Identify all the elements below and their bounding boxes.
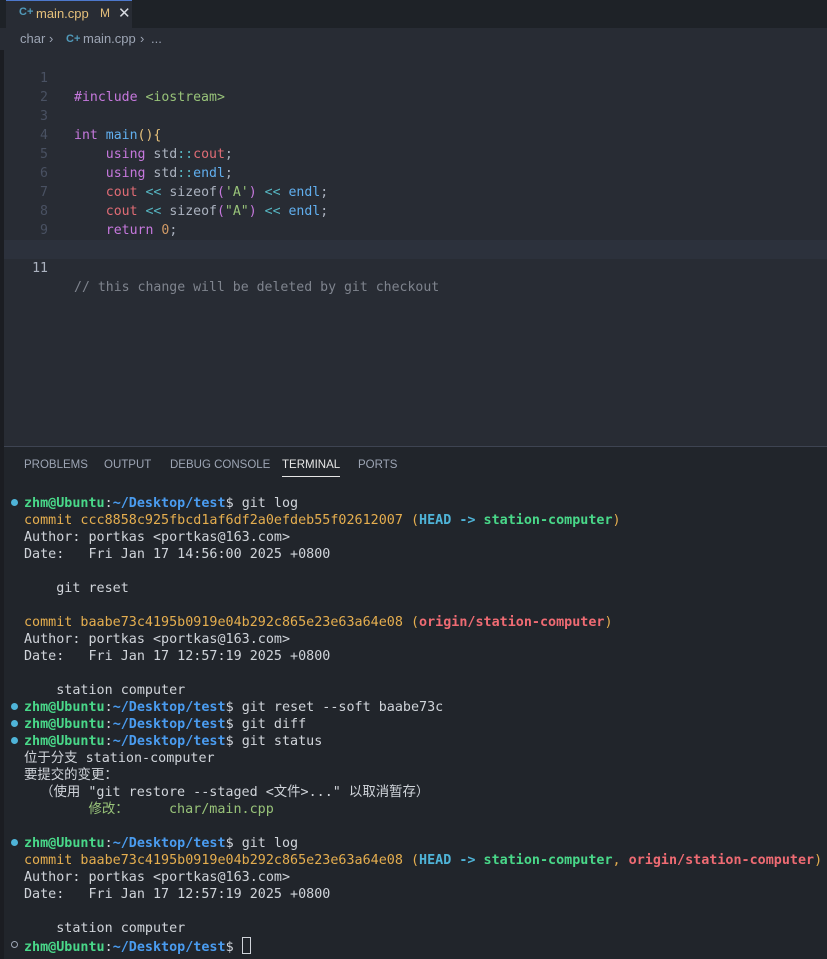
- code-line: 5 using std::endl;: [4, 126, 827, 181]
- terminal-line: commit baabe73c4195b0919e04b292c865e23e6…: [24, 615, 613, 630]
- code-line: 4 using std::cout;: [4, 107, 827, 162]
- terminal-line: zhm@Ubuntu:~/Desktop/test$ git log: [24, 496, 299, 511]
- terminal-line: （使用 "git restore --staged <文件>..." 以取消暂存…: [24, 785, 430, 800]
- tab-title: main.cpp: [36, 6, 89, 21]
- terminal-line: Author: portkas <portkas@163.com>: [24, 870, 291, 885]
- modified-indicator: M: [100, 6, 110, 20]
- terminal-line: Date: Fri Jan 17 14:56:00 2025 +0800: [24, 547, 331, 562]
- close-icon[interactable]: ✕: [118, 4, 131, 22]
- terminal-line: commit ccc8858c925fbcd1af6df2a0efdeb55f0…: [24, 513, 621, 528]
- code-line: 7 cout << sizeof("A") << endl;: [4, 164, 827, 219]
- code-line: 1 #include <iostream>: [4, 50, 827, 105]
- tab-output[interactable]: OUTPUT: [104, 459, 151, 471]
- chevron-right-icon: ›: [49, 31, 54, 46]
- command-decoration-icon[interactable]: [11, 499, 18, 506]
- code-line: 9 }: [4, 202, 827, 257]
- command-decoration-icon[interactable]: [11, 941, 18, 948]
- terminal-line: station computer: [24, 921, 186, 936]
- command-decoration-icon[interactable]: [11, 737, 18, 744]
- command-decoration-icon[interactable]: [11, 703, 18, 710]
- code-line: 2: [4, 69, 827, 105]
- breadcrumb-file[interactable]: main.cpp: [83, 31, 136, 46]
- breadcrumb-more[interactable]: ...: [151, 31, 162, 46]
- tab-main-cpp[interactable]: C+ main.cpp M ✕: [6, 0, 132, 28]
- tab-debug-console[interactable]: DEBUG CONSOLE: [170, 459, 270, 471]
- cpp-file-icon: C+: [19, 6, 34, 18]
- code-editor[interactable]: 1 #include <iostream> 2 3 int main(){ 4 …: [4, 50, 827, 446]
- breadcrumb: char › C+ main.cpp › ...: [0, 28, 827, 50]
- terminal-line: git reset: [24, 581, 129, 596]
- terminal-line: 修改： char/main.cpp: [24, 802, 274, 817]
- terminal-line: zhm@Ubuntu:~/Desktop/test$ git log: [24, 836, 299, 851]
- terminal-cursor: [241, 937, 251, 954]
- terminal-line: Date: Fri Jan 17 12:57:19 2025 +0800: [24, 887, 331, 902]
- terminal-line: zhm@Ubuntu:~/Desktop/test$ git status: [24, 734, 323, 749]
- terminal-line: Author: portkas <portkas@163.com>: [24, 632, 291, 647]
- command-decoration-icon[interactable]: [11, 720, 18, 727]
- tab-problems[interactable]: PROBLEMS: [24, 459, 88, 471]
- chevron-right-icon: ›: [140, 31, 145, 46]
- code-line: 6 cout << sizeof('A') << endl;: [4, 145, 827, 200]
- breadcrumb-folder[interactable]: char: [20, 31, 45, 46]
- tab-ports[interactable]: PORTS: [358, 459, 397, 471]
- terminal-input-line[interactable]: zhm@Ubuntu:~/Desktop/test$: [24, 937, 251, 955]
- line-number: 11: [32, 261, 48, 276]
- cpp-file-icon: C+: [66, 33, 81, 45]
- code-line: 3 int main(){: [4, 88, 827, 143]
- terminal-line: commit baabe73c4195b0919e04b292c865e23e6…: [24, 853, 823, 868]
- terminal-line: Author: portkas <portkas@163.com>: [24, 530, 291, 545]
- terminal-line: station computer: [24, 683, 186, 698]
- terminal-line: 要提交的变更：: [24, 768, 118, 783]
- terminal-line: zhm@Ubuntu:~/Desktop/test$ git reset --s…: [24, 700, 444, 715]
- terminal-line: 位于分支 station-computer: [24, 751, 215, 766]
- code-line: 8 return 0;: [4, 183, 827, 238]
- terminal-line: zhm@Ubuntu:~/Desktop/test$ git diff: [24, 717, 307, 732]
- command-decoration-icon[interactable]: [11, 839, 18, 846]
- editor-tab-bar: C+ main.cpp M ✕: [0, 0, 827, 28]
- code-line-current: 11 // this change will be deleted by git…: [4, 240, 827, 295]
- terminal-line: Date: Fri Jan 17 12:57:19 2025 +0800: [24, 649, 331, 664]
- code-line: 10: [4, 221, 827, 257]
- tab-terminal[interactable]: TERMINAL: [282, 459, 341, 477]
